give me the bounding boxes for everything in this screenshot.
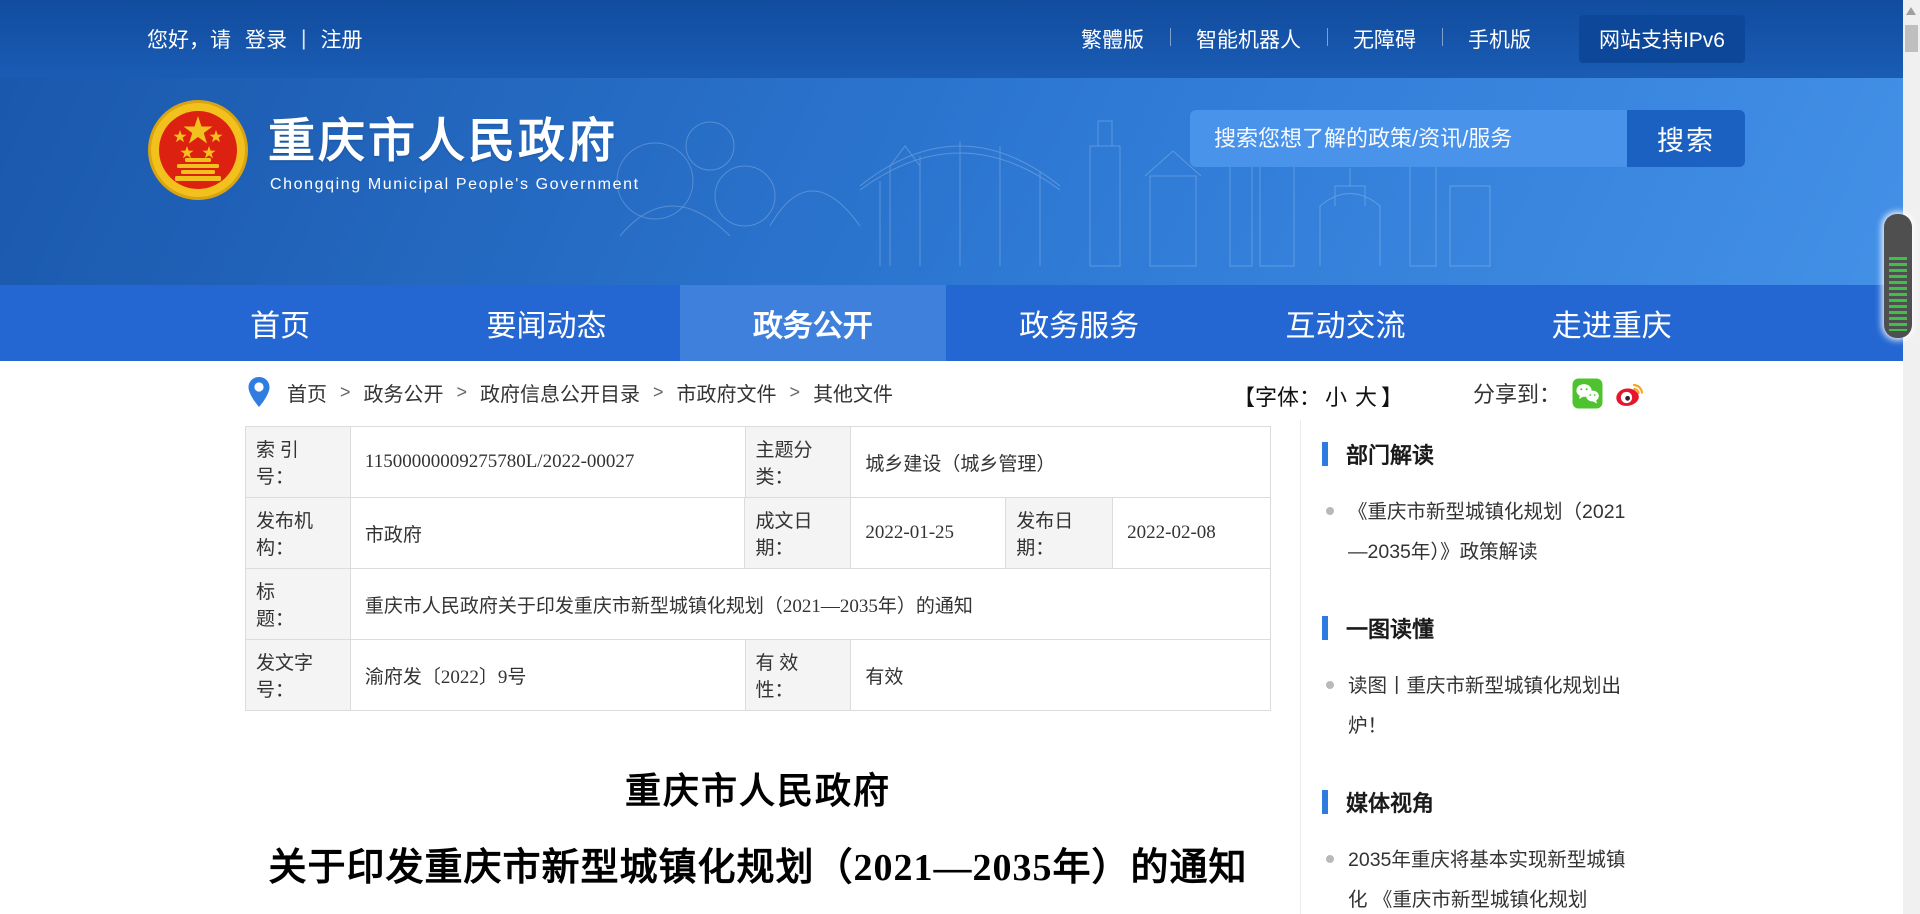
- nav-item-interaction[interactable]: 互动交流: [1212, 285, 1478, 361]
- meta-value-publish-date: 2022-02-08: [1113, 498, 1271, 569]
- sidebar-section-infographic: 一图读懂 读图丨重庆市新型城镇化规划出炉！: [1322, 612, 1746, 746]
- meta-label-title: 标 题：: [246, 569, 351, 640]
- weibo-share-icon[interactable]: [1614, 378, 1645, 409]
- meta-label-issuer: 发布机构：: [246, 498, 351, 569]
- font-smaller-button[interactable]: 小: [1325, 380, 1347, 412]
- breadcrumb-gov-open[interactable]: 政务公开: [364, 378, 444, 407]
- table-row: 发文字号： 渝府发〔2022〕9号 有 效 性： 有效: [246, 640, 1271, 711]
- user-links: 您好，请 登录 | 注册: [147, 24, 362, 54]
- document-meta-table: 索 引 号： 11500000009275780L/2022-00027 主题分…: [245, 426, 1271, 711]
- search-input[interactable]: [1190, 110, 1627, 167]
- wechat-share-icon[interactable]: [1572, 378, 1603, 409]
- national-emblem-logo: [147, 98, 249, 208]
- document-title-line1: 重庆市人民政府: [245, 762, 1271, 814]
- meta-label-publish-date: 发布日期：: [1006, 498, 1113, 569]
- widget-stripes-icon: [1889, 257, 1907, 331]
- font-tools-prefix: 【字体：: [1233, 380, 1321, 412]
- breadcrumb-city-gov-docs[interactable]: 市政府文件: [677, 378, 777, 407]
- meta-value-title: 重庆市人民政府关于印发重庆市新型城镇化规划（2021—2035年）的通知: [351, 569, 1271, 640]
- list-item[interactable]: 《重庆市新型城镇化规划（2021—2035年）》政策解读: [1322, 492, 1746, 572]
- scrollbar-thumb[interactable]: [1905, 25, 1918, 52]
- meta-value-issuer: 市政府: [351, 498, 746, 569]
- list-item[interactable]: 2035年重庆将基本实现新型城镇化 《重庆市新型城镇化规划（2021—2035年…: [1322, 840, 1746, 914]
- table-row: 标 题： 重庆市人民政府关于印发重庆市新型城镇化规划（2021—2035年）的通…: [246, 569, 1271, 640]
- meta-value-topic: 城乡建设（城乡管理）: [851, 427, 1271, 498]
- breadcrumb-home[interactable]: 首页: [287, 378, 327, 407]
- bullet-icon: [1326, 855, 1334, 863]
- section-accent-bar: [1322, 790, 1328, 814]
- section-accent-bar: [1322, 616, 1328, 640]
- section-title: 一图读懂: [1346, 612, 1434, 644]
- breadcrumb: 首页 > 政务公开 > 政府信息公开目录 > 市政府文件 > 其他文件: [247, 376, 893, 408]
- sidebar-section-media-view: 媒体视角 2035年重庆将基本实现新型城镇化 《重庆市新型城镇化规划（2021—…: [1322, 786, 1746, 914]
- font-tools-suffix: 】: [1381, 380, 1403, 412]
- table-row: 发布机构： 市政府 成文日期： 2022-01-25 发布日期： 2022-02…: [246, 498, 1271, 569]
- search-box: 搜索: [1190, 110, 1745, 167]
- site-title: 重庆市人民政府: [268, 102, 618, 171]
- greeting-text: 您好，请: [147, 24, 231, 54]
- accessibility-link[interactable]: 无障碍: [1327, 24, 1442, 54]
- nav-item-about-chongqing[interactable]: 走进重庆: [1479, 285, 1745, 361]
- meta-value-validity: 有效: [851, 640, 1271, 711]
- meta-value-doc-number: 渝府发〔2022〕9号: [351, 640, 746, 711]
- search-button[interactable]: 搜索: [1627, 110, 1745, 167]
- list-item[interactable]: 读图丨重庆市新型城镇化规划出炉！: [1322, 666, 1746, 746]
- floating-tool-widget[interactable]: [1884, 214, 1912, 338]
- document-title-line2: 关于印发重庆市新型城镇化规划（2021—2035年）的通知: [245, 836, 1271, 891]
- meta-label-doc-number: 发文字号：: [246, 640, 351, 711]
- sidebar-section-department-interpretation: 部门解读 《重庆市新型城镇化规划（2021—2035年）》政策解读: [1322, 438, 1746, 572]
- meta-label-topic: 主题分类：: [746, 427, 852, 498]
- table-row: 索 引 号： 11500000009275780L/2022-00027 主题分…: [246, 427, 1271, 498]
- login-link[interactable]: 登录: [245, 24, 287, 54]
- sidebar-link-policy-interpretation[interactable]: 《重庆市新型城镇化规划（2021—2035年）》政策解读: [1348, 492, 1626, 572]
- smart-robot-link[interactable]: 智能机器人: [1170, 24, 1327, 54]
- breadcrumb-info-catalog[interactable]: 政府信息公开目录: [480, 378, 640, 407]
- meta-label-validity: 有 效 性：: [746, 640, 852, 711]
- meta-label-index-no: 索 引 号：: [246, 427, 351, 498]
- location-pin-icon: [247, 376, 271, 408]
- breadcrumb-separator: >: [790, 382, 801, 403]
- nav-item-gov-affairs-open[interactable]: 政务公开: [680, 285, 946, 361]
- section-accent-bar: [1322, 442, 1328, 466]
- login-register-divider: |: [301, 27, 306, 51]
- page-scrollbar[interactable]: [1903, 0, 1920, 914]
- register-link[interactable]: 注册: [320, 24, 362, 54]
- related-sidebar: 部门解读 《重庆市新型城镇化规划（2021—2035年）》政策解读 一图读懂 读…: [1322, 438, 1746, 914]
- bullet-icon: [1326, 507, 1334, 515]
- breadcrumb-separator: >: [340, 382, 351, 403]
- site-title-english: Chongqing Municipal People's Government: [270, 176, 640, 194]
- topbar: 您好，请 登录 | 注册 繁體版 智能机器人 无障碍 手机版 网站支持IPv6: [0, 0, 1903, 78]
- section-title: 媒体视角: [1346, 786, 1434, 818]
- breadcrumb-separator: >: [653, 382, 664, 403]
- nav-item-home[interactable]: 首页: [147, 285, 413, 361]
- meta-value-written-date: 2022-01-25: [851, 498, 1006, 569]
- scrollbar-up-arrow-icon[interactable]: [1906, 7, 1916, 15]
- utility-links: 繁體版 智能机器人 无障碍 手机版 网站支持IPv6: [1055, 15, 1745, 63]
- breadcrumb-other-docs[interactable]: 其他文件: [813, 378, 893, 407]
- content-sidebar-divider: [1300, 420, 1301, 914]
- sidebar-link-media-article[interactable]: 2035年重庆将基本实现新型城镇化 《重庆市新型城镇化规划（2021—2035年…: [1348, 840, 1626, 914]
- main-navigation: 首页 要闻动态 政务公开 政务服务 互动交流 走进重庆: [0, 285, 1903, 361]
- meta-label-written-date: 成文日期：: [745, 498, 851, 569]
- breadcrumb-separator: >: [457, 382, 468, 403]
- nav-item-news[interactable]: 要闻动态: [413, 285, 679, 361]
- meta-value-index-no: 11500000009275780L/2022-00027: [351, 427, 746, 498]
- mobile-version-link[interactable]: 手机版: [1442, 24, 1557, 54]
- sidebar-link-infographic[interactable]: 读图丨重庆市新型城镇化规划出炉！: [1348, 666, 1626, 746]
- nav-item-gov-services[interactable]: 政务服务: [946, 285, 1212, 361]
- page: 您好，请 登录 | 注册 繁體版 智能机器人 无障碍 手机版 网站支持IPv6: [0, 0, 1920, 914]
- document-body: 重庆市人民政府 关于印发重庆市新型城镇化规划（2021—2035年）的通知 渝府…: [245, 762, 1271, 914]
- font-size-tools: 【字体： 小 大 】: [1233, 380, 1403, 412]
- bullet-icon: [1326, 681, 1334, 689]
- share-tools: 分享到：: [1473, 377, 1645, 409]
- ipv6-badge[interactable]: 网站支持IPv6: [1579, 15, 1745, 63]
- section-title: 部门解读: [1346, 438, 1434, 470]
- font-larger-button[interactable]: 大: [1355, 380, 1377, 412]
- traditional-chinese-link[interactable]: 繁體版: [1055, 24, 1170, 54]
- site-header: 重庆市人民政府 Chongqing Municipal People's Gov…: [0, 78, 1903, 285]
- share-label: 分享到：: [1473, 377, 1561, 409]
